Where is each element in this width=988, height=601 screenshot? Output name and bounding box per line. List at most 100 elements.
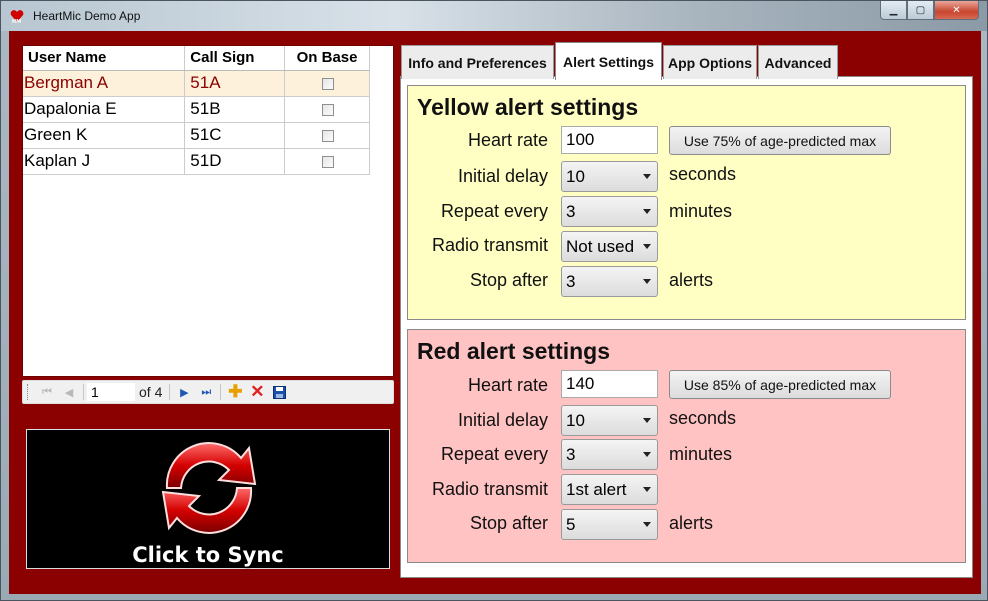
chevron-down-icon [643, 244, 651, 249]
column-header-user-name[interactable]: User Name [23, 46, 186, 71]
move-previous-icon[interactable]: ◀ [58, 382, 80, 402]
separator [83, 384, 84, 400]
red-initial-delay-select[interactable]: 10 [561, 405, 658, 436]
red-stop-after-select[interactable]: 5 [561, 509, 658, 540]
red-radio-transmit-value: 1st alert [566, 479, 627, 499]
on-base-checkbox[interactable] [321, 129, 334, 142]
chevron-down-icon [643, 174, 651, 179]
yellow-alert-title: Yellow alert settings [417, 94, 639, 120]
app-window: HM HeartMic Demo App ▁ ▢ ✕ User Name Cal… [0, 0, 988, 601]
call-sign-cell[interactable]: 51C [184, 122, 286, 149]
minimize-icon: ▁ [889, 4, 898, 16]
yellow-radio-transmit-select[interactable]: Not used [561, 231, 658, 262]
chevron-down-icon [643, 279, 651, 284]
user-name-cell[interactable]: Green K [23, 122, 186, 149]
yellow-initial-delay-select[interactable]: 10 [561, 161, 658, 192]
yellow-repeat-select[interactable]: 3 [561, 196, 658, 227]
sync-label: Click to Sync [132, 543, 284, 567]
toolbar-grip[interactable] [27, 384, 30, 400]
move-first-icon[interactable]: ⏮ [36, 382, 58, 402]
yellow-radio-transmit-value: Not used [566, 236, 635, 256]
stop-after-unit: alerts [669, 513, 714, 533]
maximize-button[interactable]: ▢ [907, 1, 934, 20]
window-controls: ▁ ▢ ✕ [880, 1, 979, 21]
red-alert-panel: Red alert settings Heart rate 140 Use 85… [407, 329, 966, 563]
call-sign-cell[interactable]: 51A [184, 70, 286, 97]
repeat-every-label: Repeat every [440, 201, 548, 221]
move-last-icon[interactable]: ⏭ [195, 382, 217, 402]
repeat-unit: minutes [669, 201, 733, 221]
svg-text:HM: HM [12, 19, 21, 24]
red-repeat-select[interactable]: 3 [561, 439, 658, 470]
user-grid: User Name Call Sign On Base Bergman A 51… [22, 45, 394, 377]
minimize-button[interactable]: ▁ [880, 1, 907, 20]
chevron-down-icon [643, 522, 651, 527]
on-base-checkbox[interactable] [321, 155, 334, 168]
on-base-checkbox[interactable] [321, 77, 334, 90]
initial-delay-unit: seconds [669, 408, 737, 428]
window-title: HeartMic Demo App [33, 9, 141, 23]
radio-transmit-label: Radio transmit [431, 235, 548, 255]
column-header-on-base[interactable]: On Base [284, 46, 370, 71]
radio-transmit-label: Radio transmit [431, 479, 548, 499]
position-input[interactable]: 1 [87, 383, 135, 401]
repeat-unit: minutes [669, 444, 733, 464]
heart-mic-logo-icon: HM [10, 10, 24, 24]
call-sign-cell[interactable]: 51B [184, 96, 286, 123]
add-new-icon[interactable]: ✚ [224, 382, 246, 402]
table-row[interactable]: Bergman A 51A [23, 70, 370, 97]
close-button[interactable]: ✕ [934, 1, 979, 20]
on-base-cell[interactable] [284, 122, 370, 149]
red-alert-title: Red alert settings [417, 338, 610, 364]
user-name-cell[interactable]: Bergman A [23, 70, 186, 97]
yellow-stop-after-value: 3 [566, 271, 576, 291]
tab-alert-settings[interactable]: Alert Settings [555, 42, 662, 80]
red-age-predicted-button[interactable]: Use 85% of age-predicted max [669, 370, 891, 399]
red-initial-delay-value: 10 [566, 410, 585, 430]
yellow-age-predicted-button[interactable]: Use 75% of age-predicted max [669, 126, 891, 155]
maximize-icon: ▢ [915, 4, 926, 16]
close-icon: ✕ [952, 4, 961, 16]
call-sign-cell[interactable]: 51D [184, 148, 286, 175]
repeat-every-label: Repeat every [440, 444, 548, 464]
stop-after-label: Stop after [469, 270, 548, 290]
tab-advanced[interactable]: Advanced [758, 45, 838, 79]
on-base-cell[interactable] [284, 96, 370, 123]
initial-delay-label: Initial delay [457, 410, 548, 430]
stop-after-unit: alerts [669, 270, 714, 290]
sync-arrows-icon [161, 442, 257, 534]
yellow-heart-rate-input[interactable]: 100 [561, 126, 658, 154]
user-name-cell[interactable]: Dapalonia E [23, 96, 186, 123]
move-next-icon[interactable]: ▶ [173, 382, 195, 402]
save-icon[interactable] [268, 382, 290, 402]
column-header-call-sign[interactable]: Call Sign [184, 46, 286, 71]
yellow-repeat-value: 3 [566, 201, 576, 221]
separator [169, 384, 171, 400]
chevron-down-icon [643, 209, 651, 214]
sync-button[interactable]: Click to Sync [26, 429, 390, 569]
red-repeat-value: 3 [566, 444, 576, 464]
yellow-stop-after-select[interactable]: 3 [561, 266, 658, 297]
record-count: of 4 [139, 384, 163, 400]
tab-app-options[interactable]: App Options [663, 45, 757, 79]
tab-info-and-preferences[interactable]: Info and Preferences [401, 45, 554, 79]
on-base-cell[interactable] [284, 70, 370, 97]
delete-icon[interactable]: ✕ [246, 382, 268, 402]
yellow-alert-panel: Yellow alert settings Heart rate 100 Use… [407, 85, 966, 320]
red-heart-rate-input[interactable]: 140 [561, 370, 658, 398]
table-row[interactable]: Green K 51C [23, 122, 370, 149]
separator [220, 384, 222, 400]
initial-delay-label: Initial delay [457, 166, 548, 186]
table-header: User Name Call Sign On Base [23, 46, 370, 71]
table-row[interactable]: Kaplan J 51D [23, 148, 370, 175]
title-bar[interactable]: HM HeartMic Demo App ▁ ▢ ✕ [1, 1, 987, 31]
on-base-checkbox[interactable] [321, 103, 334, 116]
client-area: User Name Call Sign On Base Bergman A 51… [9, 31, 981, 594]
chevron-down-icon [643, 487, 651, 492]
user-table: User Name Call Sign On Base Bergman A 51… [23, 46, 370, 175]
yellow-initial-delay-value: 10 [566, 166, 585, 186]
on-base-cell[interactable] [284, 148, 370, 175]
red-radio-transmit-select[interactable]: 1st alert [561, 474, 658, 505]
user-name-cell[interactable]: Kaplan J [23, 148, 186, 175]
table-row[interactable]: Dapalonia E 51B [23, 96, 370, 123]
